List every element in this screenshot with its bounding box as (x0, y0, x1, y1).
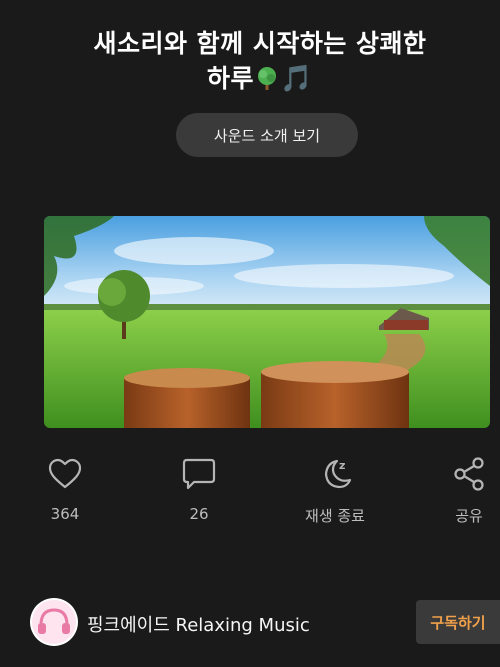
post-title: 새소리와 함께 시작하는 상쾌한 하루 🎵 (60, 26, 460, 97)
subscribe-button[interactable]: 구독하기 (416, 600, 500, 644)
share-icon (454, 457, 484, 491)
moon-sleep-icon: z (324, 459, 352, 489)
tree-emoji-icon (258, 67, 277, 90)
post-screen: 새소리와 함께 시작하는 상쾌한 하루 🎵 사운드 소개 보기 364 26 z… (0, 0, 500, 667)
comment-action[interactable]: 26 (154, 456, 244, 523)
landscape-image (44, 216, 490, 428)
channel-name[interactable]: 핑크에이드 Relaxing Music (87, 611, 310, 637)
like-count: 364 (50, 505, 80, 523)
comment-icon (182, 458, 216, 490)
heart-icon (48, 458, 82, 489)
like-action[interactable]: 364 (20, 456, 110, 523)
sleep-timer-action[interactable]: z 재생 종료 (290, 456, 380, 526)
svg-text:z: z (339, 459, 345, 472)
sound-intro-button[interactable]: 사운드 소개 보기 (176, 113, 358, 157)
comment-count: 26 (189, 505, 209, 523)
music-note-emoji: 🎵 (280, 64, 313, 94)
action-bar: 364 26 z 재생 종료 공유 (0, 456, 500, 531)
share-label: 공유 (455, 507, 483, 525)
share-action[interactable]: 공유 (424, 456, 500, 526)
post-title-line2-row: 하루 🎵 (60, 61, 460, 97)
channel-bar: 핑크에이드 Relaxing Music 구독하기 (0, 596, 500, 650)
headphones-logo-icon (32, 600, 76, 644)
sleep-timer-label: 재생 종료 (305, 507, 365, 525)
post-title-line2: 하루 (207, 64, 255, 93)
channel-avatar[interactable] (30, 598, 78, 646)
post-title-line1: 새소리와 함께 시작하는 상쾌한 (93, 29, 427, 58)
